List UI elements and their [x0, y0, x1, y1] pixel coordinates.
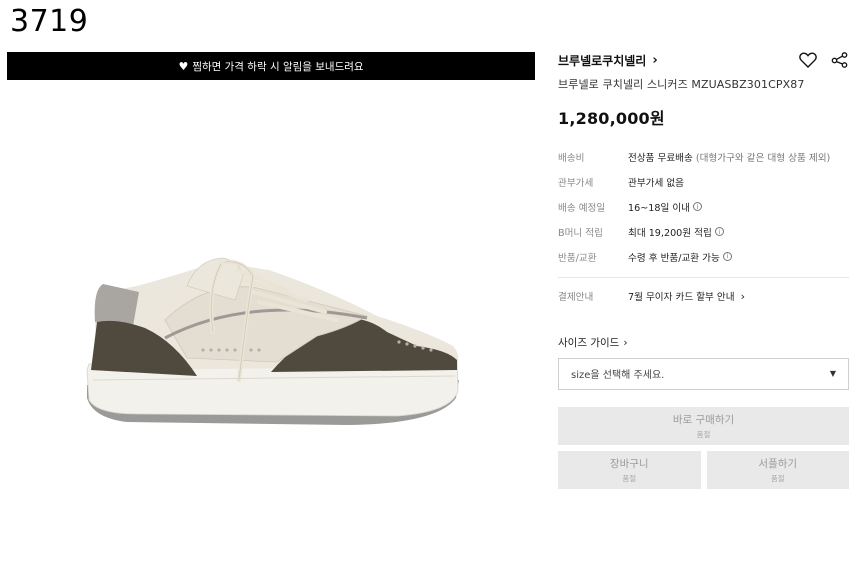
size-guide-label: 사이즈 가이드 — [558, 337, 620, 350]
size-select-placeholder: size을 선택해 주세요. — [571, 370, 665, 382]
cart-button[interactable]: 장바구니 품절 — [558, 450, 701, 489]
spec-row-delivery: 배송 예정일 16~18일 이내 i — [558, 195, 850, 220]
spec-key: 반품/교환 — [558, 252, 597, 264]
product-price: 1,280,000원 — [558, 109, 665, 128]
cart-sub: 품절 — [622, 473, 637, 483]
spec-value: 관부가세 없음 — [628, 175, 684, 189]
points-value: 최대 19,200원 적립 — [628, 227, 712, 239]
page-id-label: 3719 — [10, 4, 89, 39]
spec-row-points: B머니 적립 최대 19,200원 적립 i — [558, 219, 850, 244]
buy-now-sub: 품절 — [696, 429, 711, 439]
duty-value: 관부가세 없음 — [628, 178, 685, 190]
spec-row-duty: 관부가세 관부가세 없음 — [558, 170, 850, 195]
banner-text: 찜하면 가격 하락 시 알림을 보내드려요 — [192, 60, 364, 73]
spec-key: B머니 적립 — [558, 227, 603, 239]
chevron-right-icon: › — [623, 336, 628, 349]
brand-name: 브루넬로쿠치넬리 — [558, 53, 647, 68]
spec-table: 배송비 전상품 무료배송 (대형가구와 같은 대형 상품 제외) 관부가세 관부… — [558, 145, 850, 309]
delivery-value: 16~18일 이내 — [628, 202, 690, 214]
caret-down-icon: ▼ — [829, 369, 836, 379]
chevron-right-icon: › — [740, 289, 745, 303]
spec-value: 전상품 무료배송 (대형가구와 같은 대형 상품 제외) — [628, 150, 830, 164]
product-image — [7, 80, 535, 568]
divider — [558, 276, 849, 278]
shipping-note: (대형가구와 같은 대형 상품 제외) — [695, 153, 831, 165]
price-alert-banner[interactable]: ♥ 찜하면 가격 하락 시 알림을 보내드려요 — [7, 52, 535, 80]
buy-now-button[interactable]: 바로 구매하기 품절 — [558, 406, 849, 445]
gift-label: 서플하기 — [758, 457, 798, 470]
sneaker-image — [86, 257, 459, 425]
product-name: 브루넬로 쿠치넬리 스니커즈 MZUASBZ301CPX87 — [558, 78, 805, 91]
spec-key: 관부가세 — [558, 178, 594, 190]
info-icon[interactable]: i — [692, 202, 702, 212]
wishlist-heart-icon[interactable] — [799, 52, 817, 68]
chevron-right-icon: › — [652, 52, 658, 68]
brand-link[interactable]: 브루넬로쿠치넬리 › — [558, 52, 658, 69]
spec-key: 결제안내 — [558, 292, 594, 304]
info-icon[interactable]: i — [722, 252, 732, 262]
spec-row-payment: 결제안내 7월 무이자 카드 할부 안내 › — [558, 284, 850, 309]
gift-button[interactable]: 서플하기 품절 — [706, 450, 849, 489]
spec-value: 16~18일 이내 i — [628, 200, 702, 214]
size-guide-link[interactable]: 사이즈 가이드 › — [558, 335, 850, 351]
gift-sub: 품절 — [770, 473, 785, 483]
shipping-value: 전상품 무료배송 — [628, 153, 693, 165]
info-icon[interactable]: i — [714, 227, 724, 237]
product-info-panel: 브루넬로쿠치넬리 › 브루넬로 쿠치넬리 스니커즈 MZUASBZ301CPX8… — [558, 48, 850, 489]
brand-row: 브루넬로쿠치넬리 › — [558, 48, 850, 72]
spec-row-return: 반품/교환 수령 후 반품/교환 가능 i — [558, 244, 850, 269]
spec-value: 수령 후 반품/교환 가능 i — [628, 250, 732, 264]
spec-row-shipping: 배송비 전상품 무료배송 (대형가구와 같은 대형 상품 제외) — [558, 145, 850, 170]
spec-key: 배송비 — [558, 153, 585, 165]
payment-link[interactable]: 7월 무이자 카드 할부 안내 › — [628, 289, 745, 304]
heart-icon: ♥ — [178, 59, 189, 73]
secondary-buttons: 장바구니 품절 서플하기 품절 — [558, 450, 850, 489]
payment-value: 7월 무이자 카드 할부 안내 — [628, 292, 735, 304]
buy-now-label: 바로 구매하기 — [672, 413, 735, 426]
spec-value: 최대 19,200원 적립 i — [628, 225, 724, 239]
return-value: 수령 후 반품/교환 가능 — [628, 252, 720, 264]
size-select[interactable]: size을 선택해 주세요. ▼ — [558, 357, 849, 390]
share-icon[interactable] — [831, 52, 848, 68]
product-actions — [799, 52, 850, 68]
cart-label: 장바구니 — [609, 457, 649, 470]
spec-key: 배송 예정일 — [558, 202, 606, 214]
